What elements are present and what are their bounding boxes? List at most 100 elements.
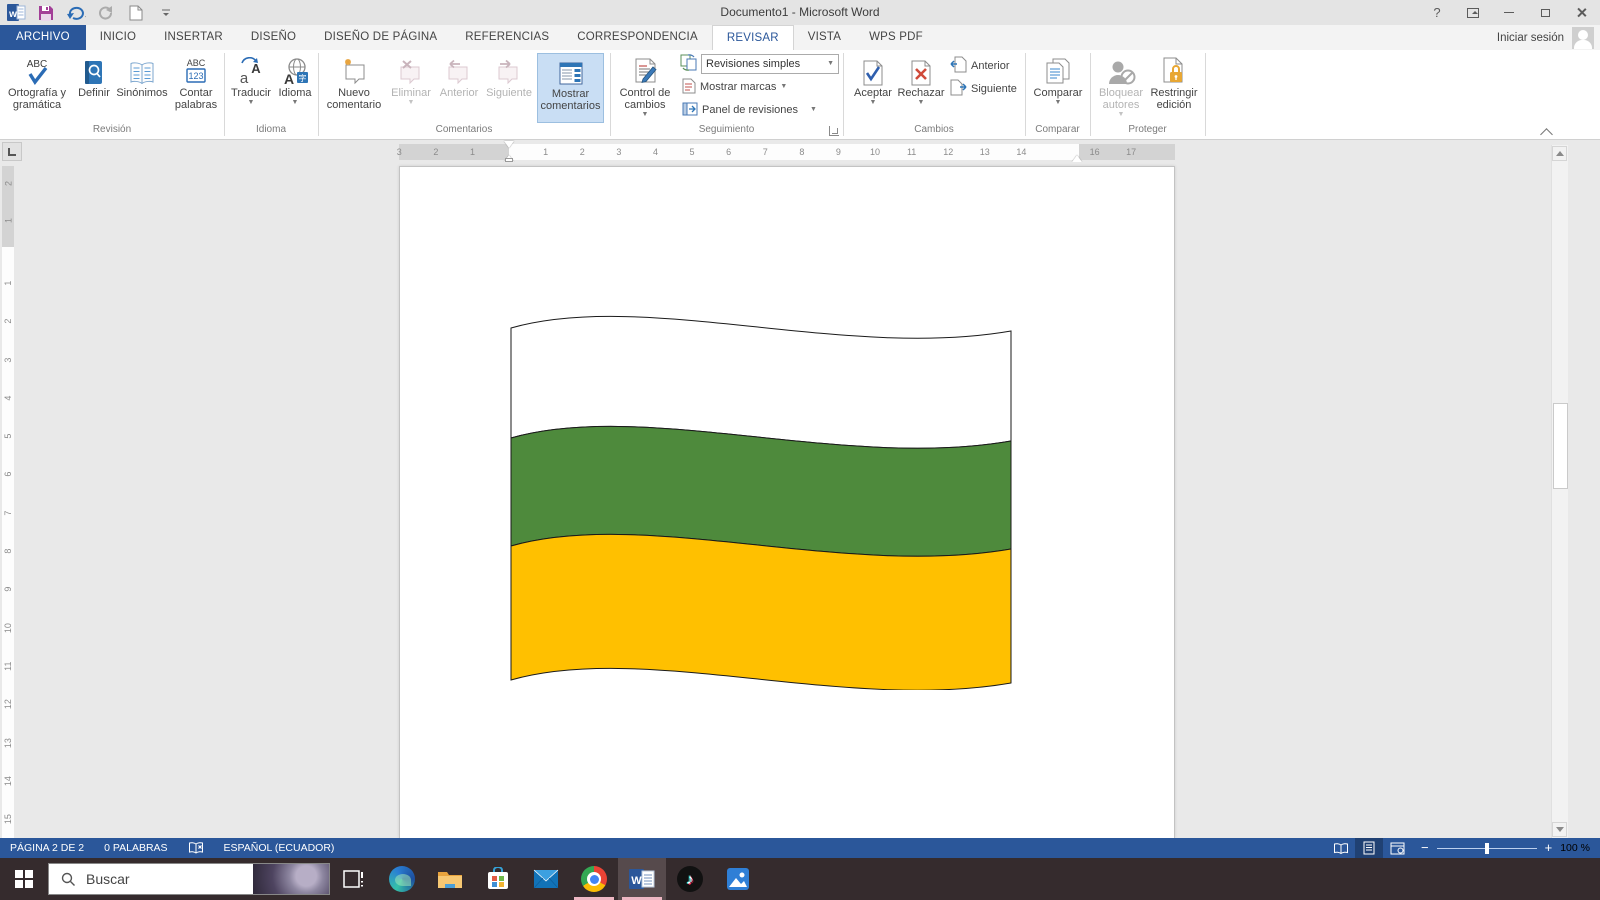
tab-correspondencia[interactable]: CORRESPONDENCIA bbox=[563, 25, 712, 50]
scroll-up-icon[interactable] bbox=[1552, 146, 1567, 161]
tab-insertar[interactable]: INSERTAR bbox=[150, 25, 237, 50]
horizontal-ruler: 32112345678910111213141617 bbox=[0, 141, 1600, 162]
chrome-icon[interactable] bbox=[570, 858, 618, 900]
vertical-scrollbar[interactable] bbox=[1551, 145, 1568, 838]
tab-diseno-pagina[interactable]: DISEÑO DE PÁGINA bbox=[310, 25, 451, 50]
word-count-button[interactable]: ABC123 Contar palabras bbox=[168, 53, 224, 123]
store-icon[interactable] bbox=[474, 858, 522, 900]
undo-icon[interactable] bbox=[66, 3, 86, 23]
tab-vista[interactable]: VISTA bbox=[794, 25, 855, 50]
restore-icon[interactable] bbox=[1530, 2, 1560, 24]
next-comment-button[interactable]: Siguiente bbox=[483, 53, 535, 123]
accept-label: Aceptar bbox=[854, 87, 892, 99]
show-markup-button[interactable]: Mostrar marcas ▼ bbox=[682, 77, 787, 97]
ribbon-display-options-icon[interactable] bbox=[1458, 2, 1488, 24]
accept-button[interactable]: Aceptar ▼ bbox=[851, 53, 895, 123]
proofing-error-icon[interactable] bbox=[178, 838, 214, 858]
word-count-indicator[interactable]: 0 PALABRAS bbox=[94, 838, 177, 858]
tab-wps-pdf[interactable]: WPS PDF bbox=[855, 25, 937, 50]
translate-label: Traducir bbox=[231, 87, 271, 99]
help-icon[interactable]: ? bbox=[1422, 2, 1452, 24]
taskbar: Buscar W ♪ bbox=[0, 858, 1600, 900]
new-comment-button[interactable]: Nuevo comentario bbox=[323, 53, 385, 123]
next-change-button[interactable]: Siguiente bbox=[950, 79, 1017, 99]
track-changes-dropdown-icon: ▼ bbox=[642, 111, 649, 119]
right-indent-marker[interactable] bbox=[1072, 150, 1082, 162]
group-label-revision: Revisión bbox=[0, 124, 224, 138]
ruler-number: 3 bbox=[381, 144, 418, 160]
sign-in-label: Iniciar sesión bbox=[1497, 32, 1564, 44]
flag-stripe-yellow bbox=[511, 534, 1011, 690]
language-indicator[interactable]: ESPAÑOL (ECUADOR) bbox=[214, 838, 345, 858]
dialog-launcher-icon[interactable] bbox=[829, 126, 839, 136]
language-button[interactable]: A字 Idioma ▼ bbox=[274, 53, 316, 123]
edge-icon[interactable] bbox=[378, 858, 426, 900]
redo-icon[interactable] bbox=[96, 3, 116, 23]
new-document-icon[interactable] bbox=[126, 3, 146, 23]
markup-page-icon bbox=[682, 78, 696, 97]
customize-quick-access-icon[interactable] bbox=[156, 3, 176, 23]
tab-diseno[interactable]: DISEÑO bbox=[237, 25, 310, 50]
zoom-out-icon[interactable]: − bbox=[1421, 839, 1429, 857]
tab-inicio[interactable]: INICIO bbox=[86, 25, 150, 50]
next-change-icon bbox=[950, 79, 967, 99]
tab-archivo[interactable]: ARCHIVO bbox=[0, 25, 86, 50]
print-layout-icon[interactable] bbox=[1355, 838, 1383, 858]
taskbar-search[interactable]: Buscar bbox=[48, 863, 330, 895]
thesaurus-book-icon bbox=[127, 53, 157, 87]
mail-icon[interactable] bbox=[522, 858, 570, 900]
zoom-slider[interactable] bbox=[1437, 848, 1537, 849]
file-explorer-icon[interactable] bbox=[426, 858, 474, 900]
tiktok-icon[interactable]: ♪ bbox=[666, 858, 714, 900]
tab-revisar[interactable]: REVISAR bbox=[712, 25, 794, 50]
ruler-number: 9 bbox=[820, 144, 857, 160]
page-indicator[interactable]: PÁGINA 2 DE 2 bbox=[0, 838, 94, 858]
search-highlight-image[interactable] bbox=[253, 864, 329, 894]
reject-button[interactable]: Rechazar ▼ bbox=[897, 53, 945, 123]
language-dropdown-icon: ▼ bbox=[292, 99, 299, 107]
display-for-review-combobox[interactable]: Revisiones simples ▼ bbox=[701, 54, 839, 74]
svg-text:A: A bbox=[251, 61, 261, 76]
previous-change-button[interactable]: Anterior bbox=[950, 56, 1010, 76]
word-icon[interactable]: W bbox=[618, 858, 666, 900]
reviewing-pane-dropdown-icon: ▼ bbox=[810, 106, 817, 114]
start-icon bbox=[15, 870, 33, 888]
scrollbar-thumb[interactable] bbox=[1553, 403, 1568, 489]
previous-comment-button[interactable]: Anterior bbox=[435, 53, 483, 123]
zoom-in-icon[interactable]: + bbox=[1545, 839, 1553, 857]
close-icon[interactable] bbox=[1566, 2, 1596, 24]
block-authors-button[interactable]: Bloquear autores ▼ bbox=[1096, 53, 1146, 123]
reviewing-pane-button[interactable]: Panel de revisiones ▼ bbox=[682, 100, 817, 120]
word-logo-icon[interactable]: w bbox=[6, 3, 26, 23]
sign-in[interactable]: Iniciar sesión bbox=[1497, 25, 1594, 50]
delete-comment-button[interactable]: Eliminar ▼ bbox=[387, 53, 435, 123]
ruler-number: 7 bbox=[747, 144, 784, 160]
flag-shape[interactable] bbox=[505, 298, 1017, 690]
previous-change-icon bbox=[950, 56, 967, 76]
zoom-controls: − + 100 % bbox=[1411, 839, 1600, 857]
zoom-slider-thumb[interactable] bbox=[1485, 843, 1489, 854]
spelling-grammar-button[interactable]: ABC Ortografía y gramática bbox=[4, 53, 70, 123]
task-view-button[interactable] bbox=[330, 858, 378, 900]
define-button[interactable]: Definir bbox=[72, 53, 116, 123]
minimize-icon[interactable] bbox=[1494, 2, 1524, 24]
language-globe-icon: A字 bbox=[280, 53, 310, 87]
restrict-editing-button[interactable]: Restringir edición bbox=[1148, 53, 1200, 123]
start-button[interactable] bbox=[0, 858, 48, 900]
track-changes-label: Control de cambios bbox=[616, 87, 674, 111]
save-icon[interactable] bbox=[36, 3, 56, 23]
show-comments-button[interactable]: Mostrar comentarios bbox=[537, 53, 604, 123]
translate-button[interactable]: aA Traducir ▼ bbox=[228, 53, 274, 123]
zoom-level[interactable]: 100 % bbox=[1560, 842, 1590, 854]
scroll-down-icon[interactable] bbox=[1552, 822, 1567, 837]
photos-icon[interactable] bbox=[714, 858, 762, 900]
tab-selector[interactable] bbox=[2, 142, 22, 161]
thesaurus-button[interactable]: Sinónimos bbox=[116, 53, 168, 123]
show-comments-label: Mostrar comentarios bbox=[538, 88, 603, 112]
track-changes-button[interactable]: Control de cambios ▼ bbox=[616, 53, 674, 123]
web-layout-icon[interactable] bbox=[1383, 838, 1411, 858]
read-mode-icon[interactable] bbox=[1327, 838, 1355, 858]
reject-x-icon bbox=[907, 53, 935, 87]
tab-referencias[interactable]: REFERENCIAS bbox=[451, 25, 563, 50]
compare-button[interactable]: Comparar ▼ bbox=[1031, 53, 1085, 123]
